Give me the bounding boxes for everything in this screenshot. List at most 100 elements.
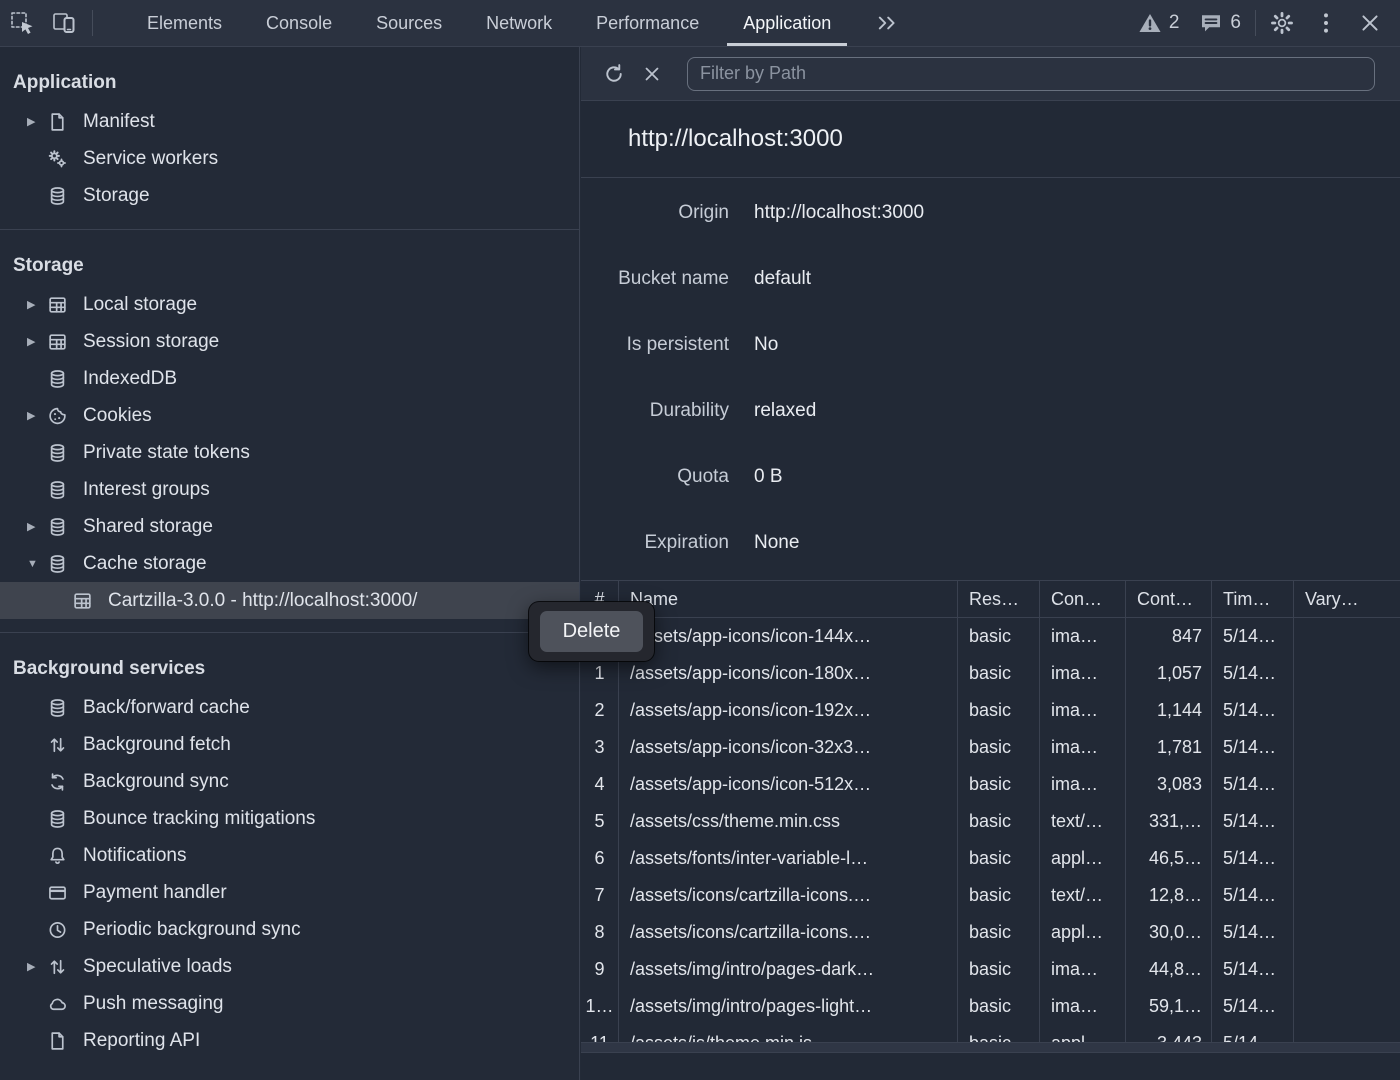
cell-response-type: basic <box>958 692 1040 729</box>
filter-by-path-input[interactable] <box>687 57 1375 91</box>
expander-collapsed-icon[interactable]: ▶ <box>27 298 47 311</box>
bell-icon <box>47 845 69 867</box>
cloud-icon <box>47 993 69 1015</box>
tab-application[interactable]: Application <box>721 0 853 46</box>
metadata-row: Expiration None <box>581 510 1400 576</box>
clear-filter-button[interactable] <box>633 55 671 93</box>
expander-collapsed-icon[interactable]: ▶ <box>27 335 47 348</box>
expander-expanded-icon[interactable]: ▼ <box>27 558 47 570</box>
tree-item-reporting-api[interactable]: Reporting API <box>0 1022 579 1059</box>
tab-sources[interactable]: Sources <box>354 0 464 46</box>
column-header-content-type[interactable]: Con… <box>1040 581 1126 617</box>
context-menu-delete[interactable]: Delete <box>540 611 643 652</box>
cell-name: /assets/app-icons/icon-144x… <box>619 618 958 655</box>
column-header-name[interactable]: Name <box>619 581 958 617</box>
table-row[interactable]: 9 /assets/img/intro/pages-dark… basic im… <box>581 951 1400 988</box>
metadata-value: No <box>754 334 778 356</box>
table-row[interactable]: 1 /assets/app-icons/icon-180x… basic ima… <box>581 655 1400 692</box>
tree-item-speculative-loads[interactable]: ▶ Speculative loads <box>0 948 579 985</box>
warnings-badge[interactable]: 2 <box>1138 12 1180 34</box>
cell-index: 7 <box>581 877 619 914</box>
database-icon <box>47 442 69 464</box>
table-row[interactable]: 4 /assets/app-icons/icon-512x… basic ima… <box>581 766 1400 803</box>
tab-elements[interactable]: Elements <box>125 0 244 46</box>
tree-item-cache-storage[interactable]: ▼ Cache storage <box>0 545 579 582</box>
tree-item-storage[interactable]: Storage <box>0 177 579 214</box>
metadata-row: Durability relaxed <box>581 378 1400 444</box>
tree-item-label: Local storage <box>83 294 197 316</box>
table-row[interactable]: 6 /assets/fonts/inter-variable-l… basic … <box>581 840 1400 877</box>
application-sidebar: Application ▶ Manifest Service workers <box>0 47 580 1080</box>
table-row[interactable]: 3 /assets/app-icons/icon-32x3… basic ima… <box>581 729 1400 766</box>
table-row[interactable]: 0 /assets/app-icons/icon-144x… basic ima… <box>581 618 1400 655</box>
issues-badge[interactable]: 6 <box>1199 12 1241 34</box>
panel-tabs: Elements Console Sources Network Perform… <box>125 0 921 46</box>
tree-item-indexeddb[interactable]: IndexedDB <box>0 360 579 397</box>
cell-time-cached: 5/14… <box>1212 988 1294 1025</box>
table-row[interactable]: 11 /assets/js/theme.min.js basic appl… 3… <box>581 1025 1400 1042</box>
metadata-label: Quota <box>581 466 729 488</box>
table-row[interactable]: 1… /assets/img/intro/pages-light… basic … <box>581 988 1400 1025</box>
table-row[interactable]: 8 /assets/icons/cartzilla-icons.… basic … <box>581 914 1400 951</box>
warning-count: 2 <box>1169 12 1180 34</box>
tree-item-shared-storage[interactable]: ▶ Shared storage <box>0 508 579 545</box>
horizontal-scrollbar[interactable] <box>581 1042 1400 1053</box>
close-icon <box>641 63 663 85</box>
cell-name: /assets/img/intro/pages-dark… <box>619 951 958 988</box>
cell-name: /assets/icons/cartzilla-icons.… <box>619 877 958 914</box>
tree-item-background-fetch[interactable]: Background fetch <box>0 726 579 763</box>
table-row[interactable]: 7 /assets/icons/cartzilla-icons.… basic … <box>581 877 1400 914</box>
table-row[interactable]: 5 /assets/css/theme.min.css basic text/…… <box>581 803 1400 840</box>
tree-item-label: Payment handler <box>83 882 227 904</box>
tree-item-push-messaging[interactable]: Push messaging <box>0 985 579 1022</box>
table-row[interactable]: 2 /assets/app-icons/icon-192x… basic ima… <box>581 692 1400 729</box>
metadata-value: relaxed <box>754 400 816 422</box>
arrows-up-down-icon <box>47 956 69 978</box>
cell-response-type: basic <box>958 618 1040 655</box>
tree-item-manifest[interactable]: ▶ Manifest <box>0 103 579 140</box>
gears-icon <box>47 148 69 170</box>
tree-item-private-state-tokens[interactable]: Private state tokens <box>0 434 579 471</box>
inspect-element-button[interactable] <box>0 0 44 46</box>
cell-index: 6 <box>581 840 619 877</box>
tree-item-interest-groups[interactable]: Interest groups <box>0 471 579 508</box>
tree-item-back-forward-cache[interactable]: Back/forward cache <box>0 689 579 726</box>
expander-collapsed-icon[interactable]: ▶ <box>27 520 47 533</box>
tree-item-periodic-background-sync[interactable]: Periodic background sync <box>0 911 579 948</box>
cell-content-length: 3,443 <box>1126 1025 1212 1042</box>
tab-performance[interactable]: Performance <box>574 0 721 46</box>
cell-response-type: basic <box>958 877 1040 914</box>
tab-console[interactable]: Console <box>244 0 354 46</box>
tree-item-cookies[interactable]: ▶ Cookies <box>0 397 579 434</box>
cell-vary <box>1294 840 1400 877</box>
tree-item-label: Periodic background sync <box>83 919 301 941</box>
column-header-time-cached[interactable]: Tim… <box>1212 581 1294 617</box>
tree-item-local-storage[interactable]: ▶ Local storage <box>0 286 579 323</box>
tree-item-notifications[interactable]: Notifications <box>0 837 579 874</box>
refresh-button[interactable] <box>595 55 633 93</box>
more-options-button[interactable] <box>1304 0 1348 46</box>
tree-item-payment-handler[interactable]: Payment handler <box>0 874 579 911</box>
cell-vary <box>1294 692 1400 729</box>
device-toolbar-button[interactable] <box>44 0 88 46</box>
column-header-vary[interactable]: Vary… <box>1294 581 1400 617</box>
cell-time-cached: 5/14… <box>1212 729 1294 766</box>
tree-item-service-workers[interactable]: Service workers <box>0 140 579 177</box>
metadata-row: Bucket name default <box>581 246 1400 312</box>
expander-collapsed-icon[interactable]: ▶ <box>27 960 47 973</box>
column-header-response-type[interactable]: Res… <box>958 581 1040 617</box>
close-devtools-button[interactable] <box>1348 0 1392 46</box>
tree-item-label: Push messaging <box>83 993 223 1015</box>
settings-button[interactable] <box>1260 0 1304 46</box>
expander-collapsed-icon[interactable]: ▶ <box>27 115 47 128</box>
tree-item-cache-cartzilla[interactable]: Cartzilla-3.0.0 - http://localhost:3000/ <box>0 582 579 619</box>
more-tabs-button[interactable] <box>853 0 921 46</box>
tree-item-bounce-tracking-mitigations[interactable]: Bounce tracking mitigations <box>0 800 579 837</box>
toolbar-separator <box>1255 10 1256 36</box>
column-header-content-length[interactable]: Cont… <box>1126 581 1212 617</box>
expander-collapsed-icon[interactable]: ▶ <box>27 409 47 422</box>
tree-item-session-storage[interactable]: ▶ Session storage <box>0 323 579 360</box>
tree-item-background-sync[interactable]: Background sync <box>0 763 579 800</box>
close-icon <box>1358 11 1382 35</box>
tab-network[interactable]: Network <box>464 0 574 46</box>
